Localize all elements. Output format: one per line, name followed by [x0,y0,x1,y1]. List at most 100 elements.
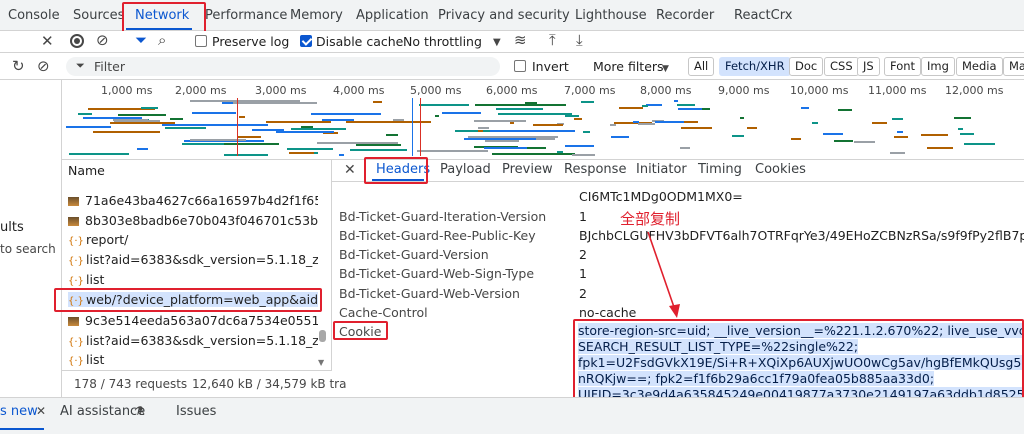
timeline-bar [732,135,744,137]
timeline-bar [496,108,543,110]
timeline-bar [83,117,142,119]
reload-icon[interactable]: ↻ [12,59,25,74]
tab-console[interactable]: Console [8,8,60,23]
timeline-tick: 8,000 ms [640,84,692,97]
timeline-bar [301,126,313,128]
disable-cache-checkbox[interactable] [300,35,312,47]
request-row[interactable]: {·}list?aid=6383&sdk_version=5.1.18_zip&… [68,333,318,348]
stop-icon[interactable]: ⊘ [37,59,50,74]
timeline-tick: 9,000 ms [718,84,770,97]
timeline-bar [610,124,616,126]
request-list-scrollbar[interactable] [319,330,326,342]
tab-recorder[interactable]: Recorder [656,8,714,23]
tab-whats-new[interactable]: s new [0,404,38,419]
clear-icon[interactable]: ⊘ [96,33,109,48]
filter-type-fetch-xhr[interactable]: Fetch/XHR [719,57,791,76]
filter-funnel-icon[interactable]: ⏷ [135,33,147,48]
name-column-header[interactable]: Name [68,163,105,178]
request-row[interactable]: {·} report/ [68,232,318,247]
timeline-bar [287,148,333,150]
tab-lighthouse[interactable]: Lighthouse [575,8,647,23]
filter-type-img[interactable]: Img [921,57,955,76]
timeline-bar [170,118,183,120]
timeline-bar [812,122,818,124]
filter-input[interactable]: ⏷ Filter [66,57,500,76]
filter-type-media[interactable]: Media [956,57,1003,76]
timeline-bar [747,127,757,129]
filter-type-manifest[interactable]: Ma [1003,57,1024,76]
timeline-bar [291,128,346,130]
annotation-text: 全部复制 [620,210,681,228]
throttling-select[interactable]: No throttling [403,34,482,49]
timeline-bar [475,104,566,106]
more-filters-button[interactable]: More filters [593,59,664,74]
timeline-tick: 11,000 ms [868,84,927,97]
request-row[interactable]: {·} list [68,272,318,287]
request-row[interactable]: {·} list [68,352,318,367]
timeline-bar [854,141,875,143]
tab-sources[interactable]: Sources [73,8,124,23]
request-row[interactable]: 9c3e514eeda563a07dc6a7534e05517e... [68,313,318,328]
preserve-log-checkbox[interactable] [195,35,207,47]
timeline-tick: 3,000 ms [255,84,307,97]
request-row[interactable]: {·}list?aid=6383&sdk_version=5.1.18_zip&… [68,252,318,267]
close-drawer-tab-icon[interactable]: ✕ [36,404,46,418]
timeline-bar [740,117,744,119]
invert-checkbox[interactable] [514,60,526,72]
xhr-icon: {·} [68,276,84,287]
record-icon[interactable] [70,34,84,48]
flask-icon: ⚗ [134,404,145,418]
timeline-bar [339,154,344,156]
drawer-tab-underline [0,428,44,430]
header-name: Bd-Ticket-Guard-Version [339,247,489,262]
search-icon[interactable]: ⌕ [158,33,166,48]
close-detail-icon[interactable]: ✕ [344,162,356,178]
timeline-bar [960,133,974,135]
request-count: 178 / 743 requests [74,377,188,391]
timeline-bar [921,134,948,136]
timeline-bar [958,128,963,130]
xhr-icon: {·} [68,356,84,367]
timeline-bar [289,152,314,154]
timeline-bar [638,123,655,125]
timeline-marker-line [412,98,413,156]
timeline-tick: 10,000 ms [790,84,849,97]
tab-application[interactable]: Application [356,8,429,23]
timeline-bar [498,113,572,115]
network-conditions-icon[interactable]: ≋ [514,33,527,48]
tab-ai-assistance[interactable]: AI assistance [60,404,145,419]
request-row[interactable]: 71a6e43ba4627c66a16597b4d2f1f65e~... [68,193,318,208]
image-file-icon [68,197,79,206]
tab-memory[interactable]: Memory [290,8,343,23]
export-har-icon[interactable]: ⤓ [576,33,583,48]
import-har-icon[interactable]: ⤒ [549,33,556,48]
tab-performance[interactable]: Performance [205,8,287,23]
tab-cookies[interactable]: Cookies [755,162,806,177]
clipped-row [62,180,332,185]
tab-initiator[interactable]: Initiator [636,162,687,177]
timeline-bar [192,112,236,114]
timeline-bar [791,138,801,140]
tab-privacy-and-security[interactable]: Privacy and security [438,8,570,23]
timeline-bar [680,147,690,149]
filter-type-all[interactable]: All [688,57,715,76]
xhr-icon: {·} [68,236,84,247]
request-row[interactable]: 8b303e8badb6e70b043f046701c53bf8... [68,213,318,228]
tab-preview[interactable]: Preview [502,162,553,177]
tab-reactcrx[interactable]: ReactCrx [734,8,792,23]
close-icon[interactable]: ✕ [41,34,54,49]
timeline-bar [356,144,401,146]
tab-issues[interactable]: Issues [176,404,216,419]
filter-type-doc[interactable]: Doc [789,57,824,76]
timeline-bar [611,136,629,138]
filter-type-font[interactable]: Font [884,57,922,76]
tab-timing[interactable]: Timing [698,162,742,177]
tab-payload[interactable]: Payload [440,162,491,177]
filter-type-js[interactable]: JS [857,57,880,76]
timeline-bar [678,108,702,110]
tab-response[interactable]: Response [564,162,626,177]
timeline-bar [823,133,843,135]
chevron-down-icon[interactable]: ▼ [493,35,501,50]
filter-type-css[interactable]: CSS [824,57,859,76]
scroll-down-icon[interactable]: ▼ [318,358,324,367]
